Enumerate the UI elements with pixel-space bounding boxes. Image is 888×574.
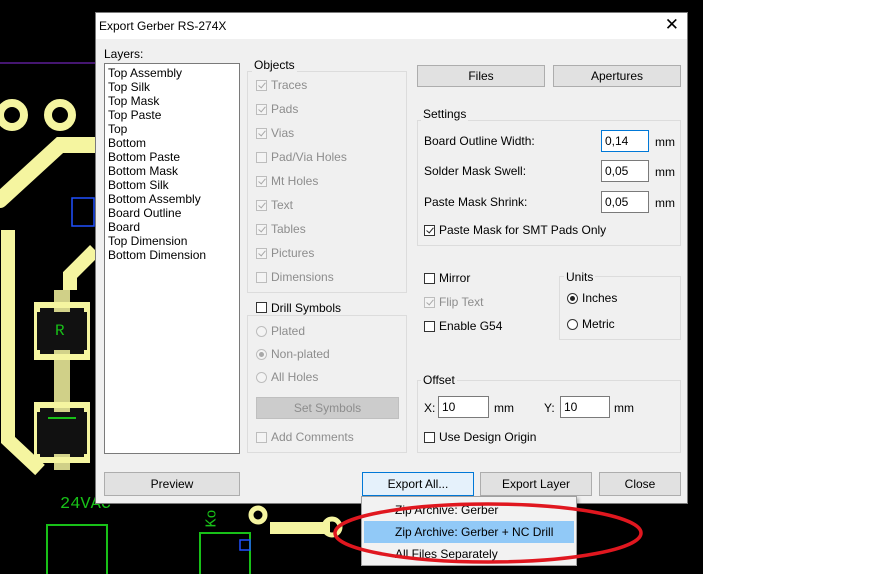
drill-symbols-label: Drill Symbols — [271, 301, 344, 315]
objects-checkbox-label: Dimensions — [271, 270, 334, 284]
board-outline-width-input[interactable]: 0,14 — [601, 130, 649, 152]
objects-checkbox-label: Pad/Via Holes — [271, 150, 347, 164]
objects-checkbox[interactable] — [256, 176, 267, 187]
pcb-outline — [46, 524, 108, 574]
annotation-ellipse — [333, 502, 643, 564]
layer-item[interactable]: Top Mask — [108, 94, 239, 108]
offset-y-unit: mm — [614, 401, 634, 415]
objects-checkbox[interactable] — [256, 104, 267, 115]
close-button[interactable]: Close — [599, 472, 681, 496]
title-bar[interactable]: Export Gerber RS-274X ✕ — [96, 13, 687, 39]
objects-label: Objects — [252, 58, 297, 72]
drill-radio-label: Plated — [271, 324, 306, 338]
objects-checkbox[interactable] — [256, 80, 267, 91]
dialog-title: Export Gerber RS-274X — [99, 19, 227, 33]
objects-checkbox[interactable] — [256, 272, 267, 283]
layers-list[interactable]: Top Assembly Top Silk Top Mask Top Paste Top… — [104, 63, 240, 454]
mirror-checkbox[interactable] — [424, 273, 435, 284]
board-outline-unit: mm — [655, 135, 675, 149]
units-metric-radio[interactable] — [567, 319, 578, 330]
export-layer-button[interactable]: Export Layer — [480, 472, 592, 496]
pcb-label-resistor: R — [55, 322, 65, 340]
units-metric-label: Metric — [582, 317, 615, 331]
objects-checkbox-label: Traces — [271, 78, 308, 92]
drill-radio-label: Non-plated — [271, 347, 330, 361]
drill-radio[interactable] — [256, 326, 267, 337]
objects-checkbox[interactable] — [256, 248, 267, 259]
enable-g54-checkbox[interactable] — [424, 321, 435, 332]
layer-item[interactable]: Top Silk — [108, 80, 239, 94]
units-inches-label: Inches — [582, 291, 618, 305]
objects-checkbox[interactable] — [256, 200, 267, 211]
offset-label: Offset — [421, 373, 457, 387]
offset-x-input[interactable]: 10 — [438, 396, 489, 418]
objects-checkbox[interactable] — [256, 152, 267, 163]
enable-g54-label: Enable G54 — [439, 319, 503, 333]
solder-mask-swell-label: Solder Mask Swell: — [424, 164, 527, 178]
board-outline-width-label: Board Outline Width: — [424, 134, 535, 148]
paste-mask-shrink-label: Paste Mask Shrink: — [424, 195, 528, 209]
layer-item[interactable]: Bottom Silk — [108, 178, 239, 192]
units-inches-radio[interactable] — [567, 293, 578, 304]
layer-item[interactable]: Board — [108, 220, 239, 234]
drill-radio[interactable] — [256, 349, 267, 360]
pcb-outline — [199, 532, 251, 574]
export-gerber-dialog: Export Gerber RS-274X ✕ Layers: Top Asse… — [95, 12, 688, 504]
layer-item[interactable]: Top — [108, 122, 239, 136]
use-design-origin-checkbox[interactable] — [424, 432, 435, 443]
flip-text-label: Flip Text — [439, 295, 484, 309]
units-group — [559, 276, 681, 340]
objects-checkbox-label: Pictures — [271, 246, 315, 260]
preview-button[interactable]: Preview — [104, 472, 240, 496]
objects-checkbox-label: Tables — [271, 222, 306, 236]
settings-label: Settings — [421, 107, 469, 121]
paste-mask-shrink-input[interactable]: 0,05 — [601, 191, 649, 213]
objects-checkbox[interactable] — [256, 224, 267, 235]
objects-checkbox-label: Text — [271, 198, 294, 212]
apertures-button[interactable]: Apertures — [553, 65, 681, 87]
pcb-trace — [0, 137, 103, 208]
objects-checkbox-label: Mt Holes — [271, 174, 319, 188]
layer-item[interactable]: Board Outline — [108, 206, 239, 220]
add-comments-checkbox[interactable] — [256, 432, 267, 443]
files-button[interactable]: Files — [417, 65, 545, 87]
solder-mask-swell-input[interactable]: 0,05 — [601, 160, 649, 182]
pcb-trace — [63, 245, 100, 290]
layer-item[interactable]: Bottom Mask — [108, 164, 239, 178]
objects-checkbox[interactable] — [256, 128, 267, 139]
drill-radio[interactable] — [256, 372, 267, 383]
paste-mask-unit: mm — [655, 196, 675, 210]
export-all-button[interactable]: Export All... — [362, 472, 474, 496]
drill-radio-label: All Holes — [271, 370, 319, 384]
pcb-pad — [0, 99, 28, 131]
mirror-label: Mirror — [439, 271, 471, 285]
pcb-pad — [248, 505, 268, 525]
layer-item[interactable]: Bottom — [108, 136, 239, 150]
smt-pads-only-label: Paste Mask for SMT Pads Only — [439, 223, 607, 237]
layer-item[interactable]: Top Paste — [108, 108, 239, 122]
offset-x-label: X: — [424, 401, 436, 415]
use-design-origin-label: Use Design Origin — [439, 430, 537, 444]
layer-item[interactable]: Bottom Paste — [108, 150, 239, 164]
flip-text-checkbox[interactable] — [424, 297, 435, 308]
offset-x-unit: mm — [494, 401, 514, 415]
set-symbols-button[interactable]: Set Symbols — [256, 397, 399, 419]
layer-item[interactable]: Bottom Dimension — [108, 248, 239, 262]
close-icon[interactable]: ✕ — [665, 16, 679, 34]
solder-mask-unit: mm — [655, 165, 675, 179]
objects-checkbox-label: Pads — [271, 102, 299, 116]
layer-item[interactable]: Top Dimension — [108, 234, 239, 248]
drill-symbols-checkbox[interactable] — [256, 302, 267, 313]
pcb-pad — [44, 99, 76, 131]
pcb-label-k: Ko — [203, 509, 221, 528]
objects-checkbox-label: Vias — [271, 126, 295, 140]
smt-pads-only-checkbox[interactable] — [424, 225, 435, 236]
offset-y-label: Y: — [544, 401, 555, 415]
add-comments-label: Add Comments — [271, 430, 354, 444]
offset-y-input[interactable]: 10 — [560, 396, 610, 418]
units-label: Units — [564, 270, 596, 284]
layer-item[interactable]: Bottom Assembly — [108, 192, 239, 206]
layers-label: Layers: — [104, 47, 144, 61]
layer-item[interactable]: Top Assembly — [108, 66, 239, 80]
